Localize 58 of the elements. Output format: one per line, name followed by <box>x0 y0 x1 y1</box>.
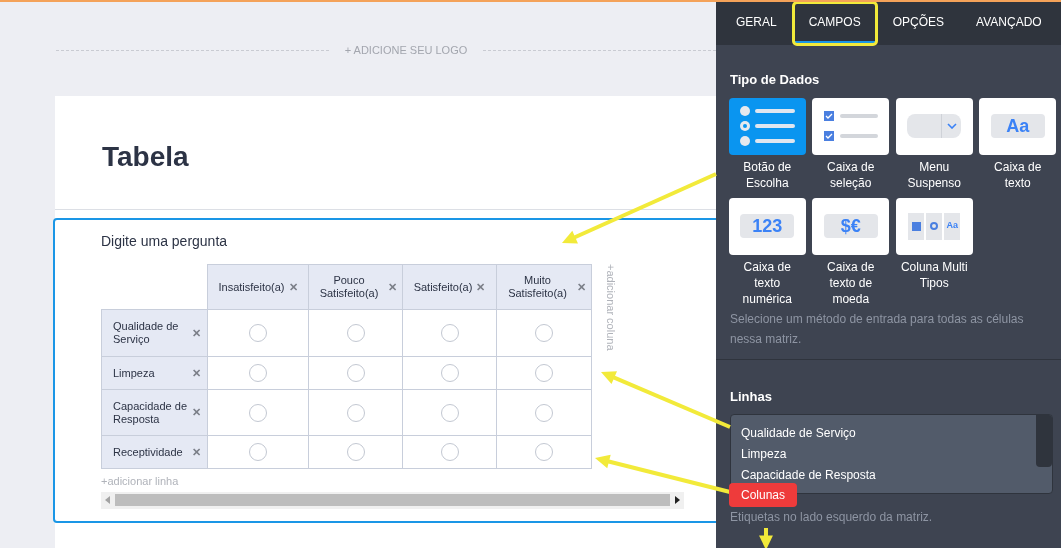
data-type-label: Caixa de texto <box>993 158 1043 191</box>
text-input-icon: $€ <box>823 214 878 238</box>
row-label: Receptividade <box>113 445 183 459</box>
column-label: Insatisfeito(a) <box>218 280 285 294</box>
arrow <box>759 528 773 548</box>
add-row-link[interactable]: +adicionar linha <box>101 473 716 490</box>
form-title: Tabela <box>102 139 189 174</box>
data-type-label: Caixa de seleção <box>826 158 876 191</box>
data-type-tile[interactable] <box>895 97 973 155</box>
data-type-tile[interactable] <box>728 97 806 155</box>
tab[interactable]: OPÇÕES <box>876 2 961 45</box>
data-type-label: Coluna Multi Tipos <box>899 258 969 291</box>
textarea-line: Limpeza <box>741 446 788 463</box>
data-type-label: Botão de Escolha <box>742 158 793 191</box>
row-label: Limpeza <box>113 366 155 380</box>
column-label: Muito Satisfeito(a) <box>507 274 568 300</box>
delete-row-icon[interactable]: ✕ <box>192 326 201 340</box>
data-type-label: Menu Suspenso <box>906 158 962 191</box>
scrollbar-thumb[interactable] <box>1036 415 1052 467</box>
data-type-tile[interactable] <box>812 97 890 155</box>
data-type-label: Caixa de texto de moeda <box>826 258 876 307</box>
data-type-tile[interactable]: $€ <box>812 197 890 255</box>
annotation-label: Colunas <box>729 483 798 507</box>
data-type-tile[interactable]: 123 <box>728 197 806 255</box>
delete-column-icon[interactable]: ✕ <box>576 280 586 294</box>
rows-hint: Etiquetas no lado esquerdo da matriz. <box>730 509 934 526</box>
delete-row-icon[interactable]: ✕ <box>192 366 201 380</box>
add-column-link[interactable]: +adicionar coluna <box>602 264 619 352</box>
dropdown-icon <box>907 114 962 138</box>
textarea-line: Qualidade de Serviço <box>741 425 857 442</box>
delete-column-icon[interactable]: ✕ <box>476 280 486 294</box>
delete-column-icon[interactable]: ✕ <box>288 280 298 294</box>
delete-row-icon[interactable]: ✕ <box>192 445 201 459</box>
data-type-tile[interactable]: Aa <box>979 97 1057 155</box>
column-label: Pouco Satisfeito(a) <box>318 274 380 300</box>
section-title: Tipo de Dados <box>730 71 821 89</box>
data-type-label: Caixa de texto numérica <box>741 258 793 307</box>
text-input-icon: Aa <box>990 114 1045 138</box>
textarea-line: Capacidade de Resposta <box>741 467 877 484</box>
add-logo-link[interactable]: + ADICIONE SEU LOGO <box>344 42 468 59</box>
checkbox-list-icon <box>823 111 878 141</box>
section-title: Linhas <box>730 387 773 406</box>
tab[interactable]: CAMPOS <box>792 2 877 45</box>
data-type-hint: Selecione um método de entrada para todas as células nessa matriz. <box>730 310 1025 348</box>
scroll-left-icon[interactable] <box>105 496 110 504</box>
radio-list-icon <box>739 106 795 146</box>
data-type-tile[interactable]: Aa <box>895 197 973 255</box>
tab[interactable]: GERAL <box>720 2 793 45</box>
row-label: Capacidade de Resposta <box>113 399 188 426</box>
tab[interactable]: AVANÇADO <box>960 2 1058 45</box>
scroll-right-icon[interactable] <box>675 496 680 504</box>
question-label: Digite uma pergunta <box>101 232 229 251</box>
delete-column-icon[interactable]: ✕ <box>388 280 397 294</box>
horizontal-scrollbar[interactable] <box>101 491 684 509</box>
text-input-icon: 123 <box>740 214 795 238</box>
column-label: Satisfeito(a) <box>413 280 473 294</box>
delete-row-icon[interactable]: ✕ <box>192 406 201 419</box>
row-label: Qualidade de Serviço <box>113 320 180 346</box>
